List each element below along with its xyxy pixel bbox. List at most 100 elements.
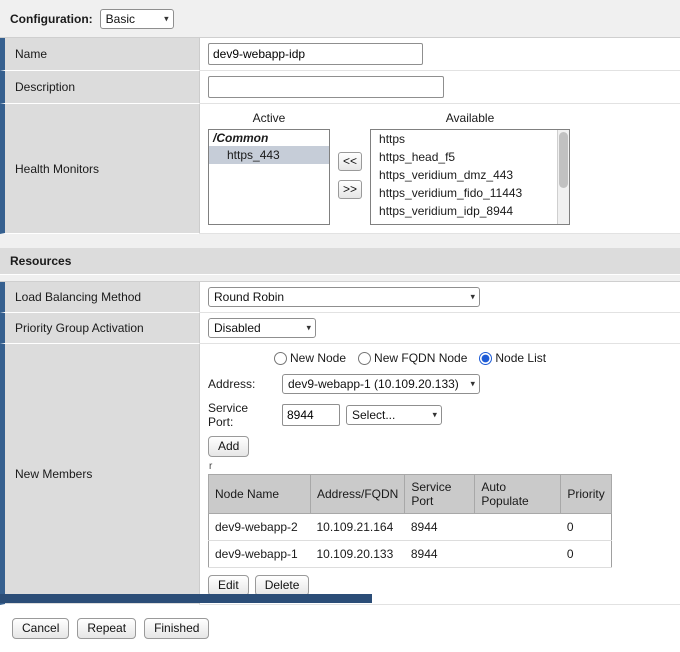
finished-button[interactable]: Finished bbox=[144, 618, 209, 639]
priority-group-select[interactable]: Disabled bbox=[208, 318, 316, 338]
description-input[interactable] bbox=[208, 76, 444, 98]
bottom-accent-bar bbox=[0, 594, 372, 603]
service-port-line: Service Port: Select... ▾ bbox=[208, 401, 672, 429]
configuration-label: Configuration: bbox=[10, 12, 93, 26]
health-monitors-value-cell: Active /Common https_443 << >> Available… bbox=[200, 104, 680, 234]
port-select-wrap: Select... ▾ bbox=[346, 405, 442, 425]
member-port: 8944 bbox=[405, 514, 475, 541]
pool-configuration-page: { "configuration": { "label": "Configura… bbox=[0, 0, 680, 603]
resources-table: Load Balancing Method Round Robin ▾ Prio… bbox=[0, 281, 680, 605]
member-auto-populate bbox=[475, 541, 561, 568]
col-header-auto-populate: Auto Populate bbox=[475, 475, 561, 514]
members-table: Node Name Address/FQDN Service Port Auto… bbox=[208, 474, 612, 568]
priority-group-label-cell: Priority Group Activation bbox=[0, 313, 200, 344]
member-auto-populate bbox=[475, 514, 561, 541]
new-members-label: New Members bbox=[15, 467, 92, 481]
name-row: Name bbox=[0, 38, 680, 71]
configuration-bar: Configuration: Basic ▾ bbox=[0, 0, 680, 37]
table-row[interactable]: dev9-webapp-2 10.109.21.164 8944 0 bbox=[209, 514, 612, 541]
member-priority: 0 bbox=[561, 514, 611, 541]
move-buttons: << >> bbox=[338, 152, 362, 199]
address-line: Address: dev9-webapp-1 (10.109.20.133) ▾ bbox=[208, 374, 672, 394]
members-header-row: Node Name Address/FQDN Service Port Auto… bbox=[209, 475, 612, 514]
new-node-radio-label: New Node bbox=[290, 351, 346, 365]
available-monitors-listbox[interactable]: https https_head_f5 https_veridium_dmz_4… bbox=[370, 129, 570, 225]
member-actions: Edit Delete bbox=[208, 575, 672, 596]
scrollbar[interactable] bbox=[557, 130, 569, 224]
priority-group-select-wrap: Disabled ▾ bbox=[208, 318, 316, 338]
address-select[interactable]: dev9-webapp-1 (10.109.20.133) bbox=[282, 374, 480, 394]
health-monitors-row: Health Monitors Active /Common https_443… bbox=[0, 104, 680, 234]
health-monitors-picker: Active /Common https_443 << >> Available… bbox=[208, 108, 570, 225]
member-type-radios: New Node New FQDN Node Node List bbox=[274, 351, 672, 365]
member-node-name: dev9-webapp-2 bbox=[209, 514, 311, 541]
table-row[interactable]: dev9-webapp-1 10.109.20.133 8944 0 bbox=[209, 541, 612, 568]
priority-group-value-cell: Disabled ▾ bbox=[200, 313, 680, 344]
member-port: 8944 bbox=[405, 541, 475, 568]
new-node-radio[interactable] bbox=[274, 352, 287, 365]
active-monitors-listbox[interactable]: /Common https_443 bbox=[208, 129, 330, 225]
add-member-button[interactable]: Add bbox=[208, 436, 249, 457]
name-label-cell: Name bbox=[0, 38, 200, 71]
delete-member-button[interactable]: Delete bbox=[255, 575, 310, 596]
configuration-select-wrap: Basic ▾ bbox=[100, 9, 174, 29]
health-monitors-label: Health Monitors bbox=[15, 162, 99, 176]
radio-new-fqdn-node[interactable]: New FQDN Node bbox=[358, 351, 467, 365]
node-list-radio-label: Node List bbox=[495, 351, 546, 365]
health-monitors-label-cell: Health Monitors bbox=[0, 104, 200, 234]
service-port-label: Service Port: bbox=[208, 401, 276, 429]
load-balancing-select[interactable]: Round Robin bbox=[208, 287, 480, 307]
resources-section-header: Resources bbox=[0, 248, 680, 275]
col-header-node-name: Node Name bbox=[209, 475, 311, 514]
new-fqdn-node-radio-label: New FQDN Node bbox=[374, 351, 467, 365]
new-members-label-cell: New Members bbox=[0, 344, 200, 605]
col-header-service-port: Service Port bbox=[405, 475, 475, 514]
radio-node-list[interactable]: Node List bbox=[479, 351, 546, 365]
name-label: Name bbox=[15, 47, 47, 61]
priority-group-label: Priority Group Activation bbox=[15, 321, 144, 335]
scrollbar-thumb[interactable] bbox=[559, 132, 568, 188]
active-monitor-item[interactable]: https_443 bbox=[209, 146, 329, 164]
name-value-cell bbox=[200, 38, 680, 71]
repeat-button[interactable]: Repeat bbox=[77, 618, 136, 639]
col-header-address-fqdn: Address/FQDN bbox=[311, 475, 405, 514]
description-label: Description bbox=[15, 80, 75, 94]
new-members-editor: New Node New FQDN Node Node List Address… bbox=[208, 348, 672, 596]
col-header-priority: Priority bbox=[561, 475, 611, 514]
name-input[interactable] bbox=[208, 43, 423, 65]
new-members-row: New Members New Node New FQDN Node Node … bbox=[0, 344, 680, 605]
description-value-cell bbox=[200, 71, 680, 104]
node-list-radio[interactable] bbox=[479, 352, 492, 365]
partition-group-label: /Common bbox=[209, 130, 329, 146]
cancel-button[interactable]: Cancel bbox=[12, 618, 69, 639]
address-select-wrap: dev9-webapp-1 (10.109.20.133) ▾ bbox=[282, 374, 480, 394]
load-balancing-select-wrap: Round Robin ▾ bbox=[208, 287, 480, 307]
load-balancing-label-cell: Load Balancing Method bbox=[0, 282, 200, 313]
available-monitor-item[interactable]: https_veridium_dmz_443 bbox=[371, 166, 569, 184]
available-monitor-item[interactable]: https bbox=[371, 130, 569, 148]
active-title: Active bbox=[208, 111, 330, 125]
radio-new-node[interactable]: New Node bbox=[274, 351, 346, 365]
address-label: Address: bbox=[208, 377, 276, 391]
available-column: Available https https_head_f5 https_veri… bbox=[370, 108, 570, 225]
load-balancing-value-cell: Round Robin ▾ bbox=[200, 282, 680, 313]
load-balancing-row: Load Balancing Method Round Robin ▾ bbox=[0, 282, 680, 313]
available-title: Available bbox=[370, 111, 570, 125]
member-address: 10.109.21.164 bbox=[311, 514, 405, 541]
configuration-select[interactable]: Basic bbox=[100, 9, 174, 29]
member-node-name: dev9-webapp-1 bbox=[209, 541, 311, 568]
move-to-available-button[interactable]: >> bbox=[338, 180, 362, 199]
stray-text: r bbox=[209, 462, 672, 472]
move-to-active-button[interactable]: << bbox=[338, 152, 362, 171]
edit-member-button[interactable]: Edit bbox=[208, 575, 249, 596]
port-select[interactable]: Select... bbox=[346, 405, 442, 425]
service-port-input[interactable] bbox=[282, 404, 340, 426]
resources-section-title: Resources bbox=[10, 254, 71, 268]
priority-group-row: Priority Group Activation Disabled ▾ bbox=[0, 313, 680, 344]
new-fqdn-node-radio[interactable] bbox=[358, 352, 371, 365]
member-address: 10.109.20.133 bbox=[311, 541, 405, 568]
available-monitor-item[interactable]: https_veridium_fido_11443 bbox=[371, 184, 569, 202]
active-column: Active /Common https_443 bbox=[208, 108, 330, 225]
available-monitor-item[interactable]: https_head_f5 bbox=[371, 148, 569, 166]
available-monitor-item[interactable]: https_veridium_idp_8944 bbox=[371, 202, 569, 220]
